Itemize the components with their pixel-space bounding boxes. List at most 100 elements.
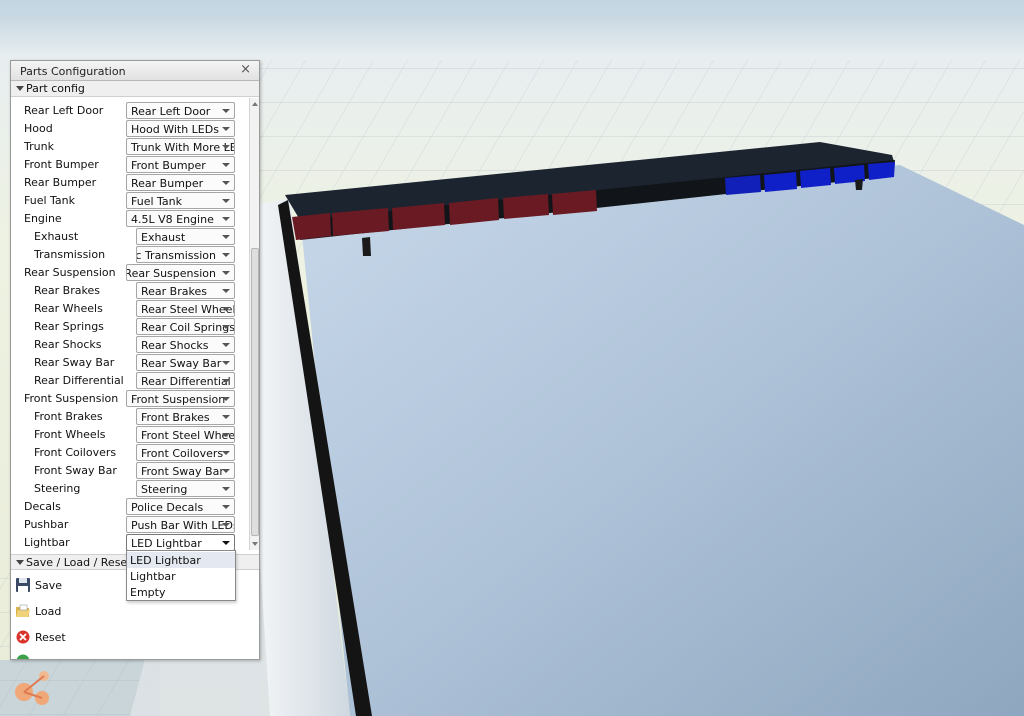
part-select-value: Hood With LEDs	[131, 123, 219, 136]
chevron-down-icon	[222, 289, 230, 293]
chevron-down-icon	[222, 523, 230, 527]
part-label: Lightbar	[24, 536, 70, 549]
window-title-bar[interactable]: Parts Configuration ×	[11, 61, 259, 81]
chevron-down-icon	[222, 307, 230, 311]
scroll-down-arrow-icon[interactable]	[252, 542, 258, 546]
save-load-reset-label: Save / Load / Reset	[26, 556, 132, 569]
part-select[interactable]: e Rear Suspension	[126, 264, 235, 281]
part-label: Exhaust	[34, 230, 79, 243]
part-select[interactable]: Front Sway Bar	[136, 462, 235, 479]
part-select[interactable]: Push Bar With LEDs	[126, 516, 235, 533]
part-row: Rear Brakes Rear Brakes	[11, 281, 249, 299]
part-select-value: Front Brakes	[141, 411, 210, 424]
part-config-scrollbar[interactable]	[249, 98, 259, 550]
part-select-value: Exhaust	[141, 231, 186, 244]
part-label: Transmission	[34, 248, 106, 261]
part-row: Lightbar LED Lightbar	[11, 533, 249, 550]
part-label: Pushbar	[24, 518, 69, 531]
part-select-value: Rear Left Door	[131, 105, 211, 118]
part-select[interactable]: Front Brakes	[136, 408, 235, 425]
dropdown-option[interactable]: Lightbar	[127, 568, 235, 584]
part-select-value: Rear Brakes	[141, 285, 207, 298]
part-label: Rear Left Door	[24, 104, 104, 117]
chevron-down-icon	[222, 505, 230, 509]
reset-button[interactable]: Reset	[15, 628, 135, 648]
part-row: Front Suspension Front Suspension	[11, 389, 249, 407]
part-select[interactable]: Front Bumper	[126, 156, 235, 173]
part-select[interactable]: 4.5L V8 Engine	[126, 210, 235, 227]
chevron-down-icon	[222, 415, 230, 419]
part-select[interactable]: Rear Bumper	[126, 174, 235, 191]
part-select[interactable]: Rear Steel Wheels	[136, 300, 235, 317]
green-circle-icon	[16, 654, 30, 659]
part-select[interactable]: Rear Shocks	[136, 336, 235, 353]
part-row: Transmission itic Transmission	[11, 245, 249, 263]
part-label: Decals	[24, 500, 61, 513]
part-select[interactable]: Police Decals	[126, 498, 235, 515]
part-label: Rear Brakes	[34, 284, 100, 297]
chevron-down-icon	[222, 361, 230, 365]
part-select-value: itic Transmission	[137, 249, 216, 262]
app-logo-icon	[15, 671, 49, 705]
chevron-down-icon	[222, 199, 230, 203]
scroll-thumb[interactable]	[251, 248, 259, 536]
part-row: Rear Suspension e Rear Suspension	[11, 263, 249, 281]
part-select-value: Push Bar With LEDs	[131, 519, 235, 532]
part-label: Hood	[24, 122, 53, 135]
part-select[interactable]: Rear Left Door	[126, 102, 235, 119]
dropdown-option[interactable]: LED Lightbar	[127, 552, 235, 568]
part-select[interactable]: Exhaust	[136, 228, 235, 245]
parts-configuration-window: Parts Configuration × Part config Rear L…	[10, 60, 260, 660]
part-label: Front Wheels	[34, 428, 106, 441]
part-row: Decals Police Decals	[11, 497, 249, 515]
part-row: Front Bumper Front Bumper	[11, 155, 249, 173]
part-label: Fuel Tank	[24, 194, 75, 207]
chevron-down-icon	[222, 397, 230, 401]
chevron-down-icon	[222, 217, 230, 221]
part-select[interactable]: Rear Brakes	[136, 282, 235, 299]
part-select[interactable]: Hood With LEDs	[126, 120, 235, 137]
folder-open-icon	[16, 604, 30, 617]
scroll-up-arrow-icon[interactable]	[252, 102, 258, 106]
part-select-value: Trunk With More LEDs	[131, 141, 234, 154]
part-select-value: Rear Coil Springs	[141, 321, 235, 334]
part-row: Rear Differential Rear Differential	[11, 371, 249, 389]
part-row: Fuel Tank Fuel Tank	[11, 191, 249, 209]
part-label: Rear Suspension	[24, 266, 116, 279]
part-label: Front Brakes	[34, 410, 103, 423]
part-row: Trunk Trunk With More LEDs	[11, 137, 249, 155]
part-row: Front Brakes Front Brakes	[11, 407, 249, 425]
save-label: Save	[35, 579, 63, 592]
part-label: Front Sway Bar	[34, 464, 117, 477]
part-select[interactable]: Front Coilovers	[136, 444, 235, 461]
part-row: Hood Hood With LEDs	[11, 119, 249, 137]
part-select[interactable]: Rear Sway Bar	[136, 354, 235, 371]
chevron-down-icon	[222, 145, 230, 149]
part-select-value: e Rear Suspension	[126, 267, 216, 280]
part-config-section-header[interactable]: Part config	[11, 81, 259, 97]
part-row: Front Wheels Front Steel Wheels	[11, 425, 249, 443]
part-select[interactable]: Rear Coil Springs	[136, 318, 235, 335]
save-button[interactable]: Save	[15, 576, 135, 596]
part-select-value: Rear Sway Bar	[141, 357, 222, 370]
part-select[interactable]: Fuel Tank	[126, 192, 235, 209]
chevron-down-icon	[222, 379, 230, 383]
part-select-value: Police Decals	[131, 501, 204, 514]
part-label: Rear Sway Bar	[34, 356, 115, 369]
part-select[interactable]: Front Steel Wheels	[136, 426, 235, 443]
part-select[interactable]: itic Transmission	[136, 246, 235, 263]
load-button[interactable]: Load	[15, 602, 135, 622]
part-select[interactable]: Rear Differential	[136, 372, 235, 389]
part-row: Rear Bumper Rear Bumper	[11, 173, 249, 191]
part-row: Exhaust Exhaust	[11, 227, 249, 245]
part-label: Trunk	[24, 140, 54, 153]
part-select[interactable]: LED Lightbar	[126, 534, 235, 550]
close-icon[interactable]: ×	[240, 63, 251, 77]
part-label: Steering	[34, 482, 81, 495]
dropdown-option[interactable]: Empty	[127, 584, 235, 600]
part-row: Front Coilovers Front Coilovers	[11, 443, 249, 461]
part-select[interactable]: Steering	[136, 480, 235, 497]
part-select[interactable]: Trunk With More LEDs	[126, 138, 235, 155]
chevron-down-icon	[222, 271, 230, 275]
part-select[interactable]: Front Suspension	[126, 390, 235, 407]
